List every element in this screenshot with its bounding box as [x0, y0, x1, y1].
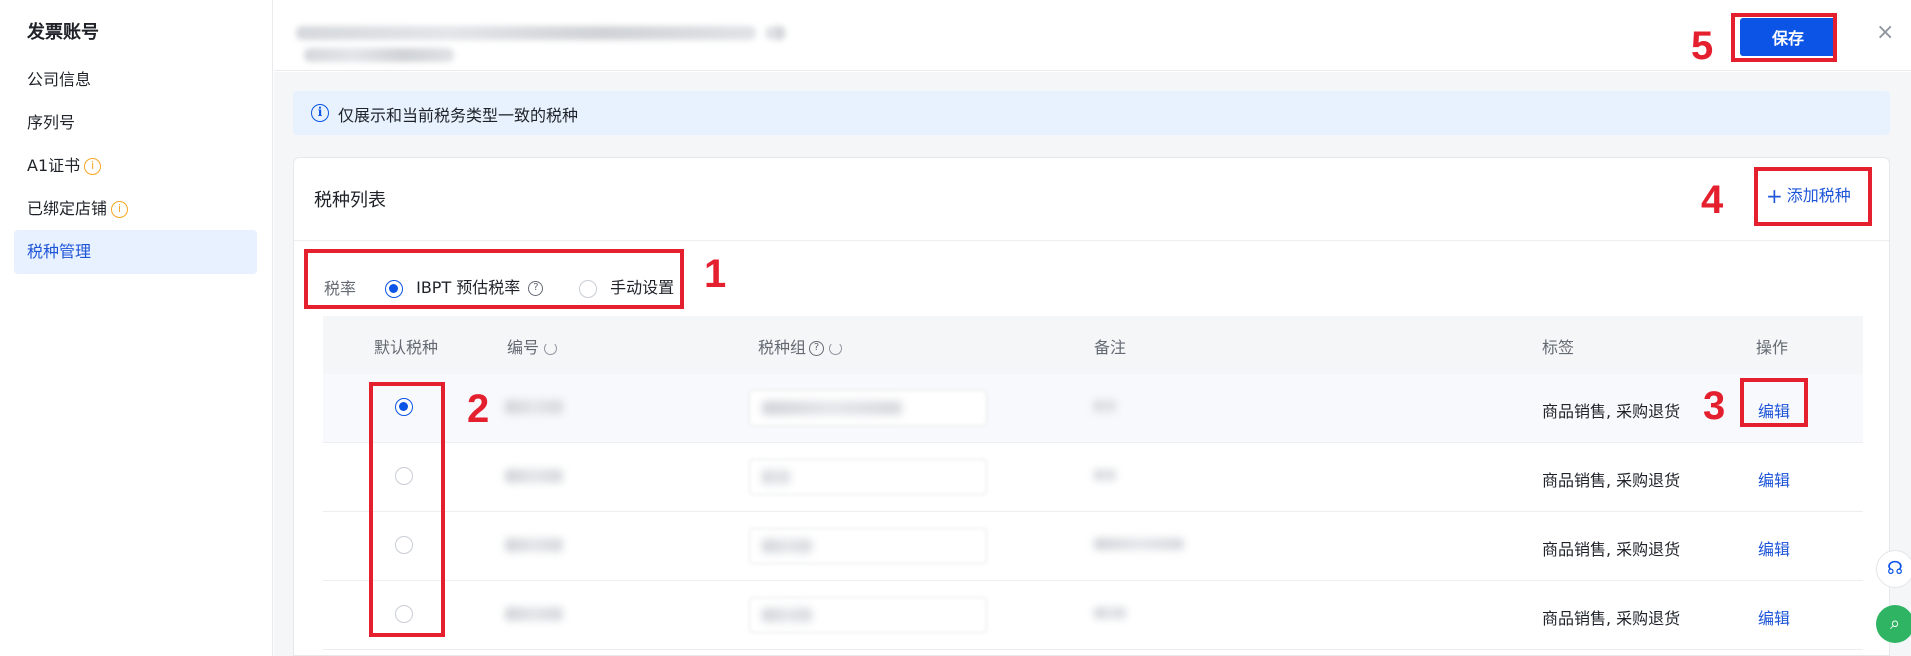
column-header-tax-group: 税种组?: [758, 334, 843, 358]
sidebar-item-company-info[interactable]: 公司信息: [14, 58, 257, 102]
column-header-tag: 标签: [1542, 338, 1575, 357]
annotation-box-3: [1740, 378, 1808, 427]
row-tag: 商品销售, 采购退货: [1542, 471, 1681, 490]
blurred-remark: [1094, 469, 1116, 481]
blurred-code: [505, 607, 563, 621]
tax-group-select[interactable]: [749, 597, 987, 633]
blurred-value: [762, 401, 902, 415]
row-tag: 商品销售, 采购退货: [1542, 609, 1681, 628]
annotation-box-2: [369, 382, 445, 637]
annotation-number-2: 2: [467, 387, 490, 431]
row-tag: 商品销售, 采购退货: [1542, 402, 1681, 421]
info-icon: i: [111, 201, 129, 218]
sidebar: 发票账号 公司信息 序列号 A1证书 i 已绑定店铺 i 税种管理: [0, 0, 273, 656]
column-header-default: 默认税种: [374, 338, 439, 357]
refresh-icon[interactable]: [829, 342, 843, 355]
annotation-number-5: 5: [1691, 24, 1714, 68]
edit-link[interactable]: 编辑: [1758, 536, 1790, 560]
sidebar-item-a1-certificate[interactable]: A1证书 i: [14, 144, 257, 188]
annotation-number-3: 3: [1703, 384, 1726, 428]
info-icon: i: [84, 158, 102, 175]
sidebar-item-bound-stores[interactable]: 已绑定店铺 i: [14, 187, 257, 231]
annotation-number-4: 4: [1701, 178, 1724, 222]
sidebar-item-label: 序列号: [27, 113, 76, 132]
tax-list-card: 税种列表 + 添加税种 税率 IBPT 预估税率 ? 手动设置 默认税种 编号 税…: [293, 157, 1890, 656]
blurred-code: [505, 469, 563, 483]
blurred-page-title: [296, 22, 936, 62]
edit-link[interactable]: 编辑: [1758, 467, 1790, 491]
sidebar-item-serial-number[interactable]: 序列号: [14, 101, 257, 145]
annotation-box-4: [1754, 167, 1872, 226]
blurred-code: [505, 400, 563, 414]
column-header-action: 操作: [1756, 338, 1789, 357]
annotation-box-5: [1731, 13, 1837, 62]
column-header-label: 税种组: [758, 338, 807, 357]
column-header-code: 编号: [507, 334, 558, 358]
blurred-remark: [1094, 538, 1184, 550]
blurred-code: [505, 538, 563, 552]
column-header-remark: 备注: [1094, 338, 1127, 357]
info-banner-text: 仅展示和当前税务类型一致的税种: [338, 106, 579, 125]
table-header: 默认税种 编号 税种组? 备注 标签 操作: [323, 316, 1863, 374]
sidebar-item-label: 税种管理: [27, 242, 92, 261]
search-icon[interactable]: ⌕: [1876, 605, 1911, 643]
tax-group-select[interactable]: [749, 459, 987, 495]
annotation-number-1: 1: [704, 252, 727, 296]
divider: [294, 240, 1889, 241]
blurred-value: [762, 608, 812, 622]
sidebar-item-label: A1证书: [27, 156, 81, 175]
page-header: 保存 ×: [274, 0, 1911, 71]
column-header-label: 编号: [507, 338, 540, 357]
table-row: 商品销售, 采购退货 编辑: [323, 512, 1863, 581]
info-icon: i: [311, 104, 329, 122]
sidebar-item-tax-management[interactable]: 税种管理: [14, 230, 257, 274]
blurred-remark: [1094, 607, 1126, 619]
headset-icon[interactable]: ☊: [1876, 550, 1911, 588]
blurred-remark: [1094, 400, 1116, 412]
card-title: 税种列表: [314, 190, 386, 211]
table-row: 商品销售, 采购退货 编辑: [323, 443, 1863, 512]
help-icon[interactable]: ?: [809, 341, 825, 356]
tax-table: 默认税种 编号 税种组? 备注 标签 操作 商品销售, 采购退货 编辑 商品销售…: [323, 316, 1863, 650]
tax-group-select[interactable]: [749, 528, 987, 564]
blurred-value: [762, 539, 812, 553]
sidebar-item-label: 已绑定店铺: [27, 199, 108, 218]
tax-group-select[interactable]: [749, 390, 987, 426]
refresh-icon[interactable]: [544, 342, 558, 355]
blurred-value: [762, 470, 790, 484]
edit-link[interactable]: 编辑: [1758, 605, 1790, 629]
row-tag: 商品销售, 采购退货: [1542, 540, 1681, 559]
sidebar-item-label: 公司信息: [27, 70, 92, 89]
annotation-box-1: [304, 249, 684, 309]
close-icon[interactable]: ×: [1876, 20, 1894, 45]
info-banner: i 仅展示和当前税务类型一致的税种: [293, 91, 1890, 135]
sidebar-title: 发票账号: [27, 22, 99, 43]
table-row: 商品销售, 采购退货 编辑: [323, 581, 1863, 650]
table-row: 商品销售, 采购退货 编辑: [323, 374, 1863, 443]
